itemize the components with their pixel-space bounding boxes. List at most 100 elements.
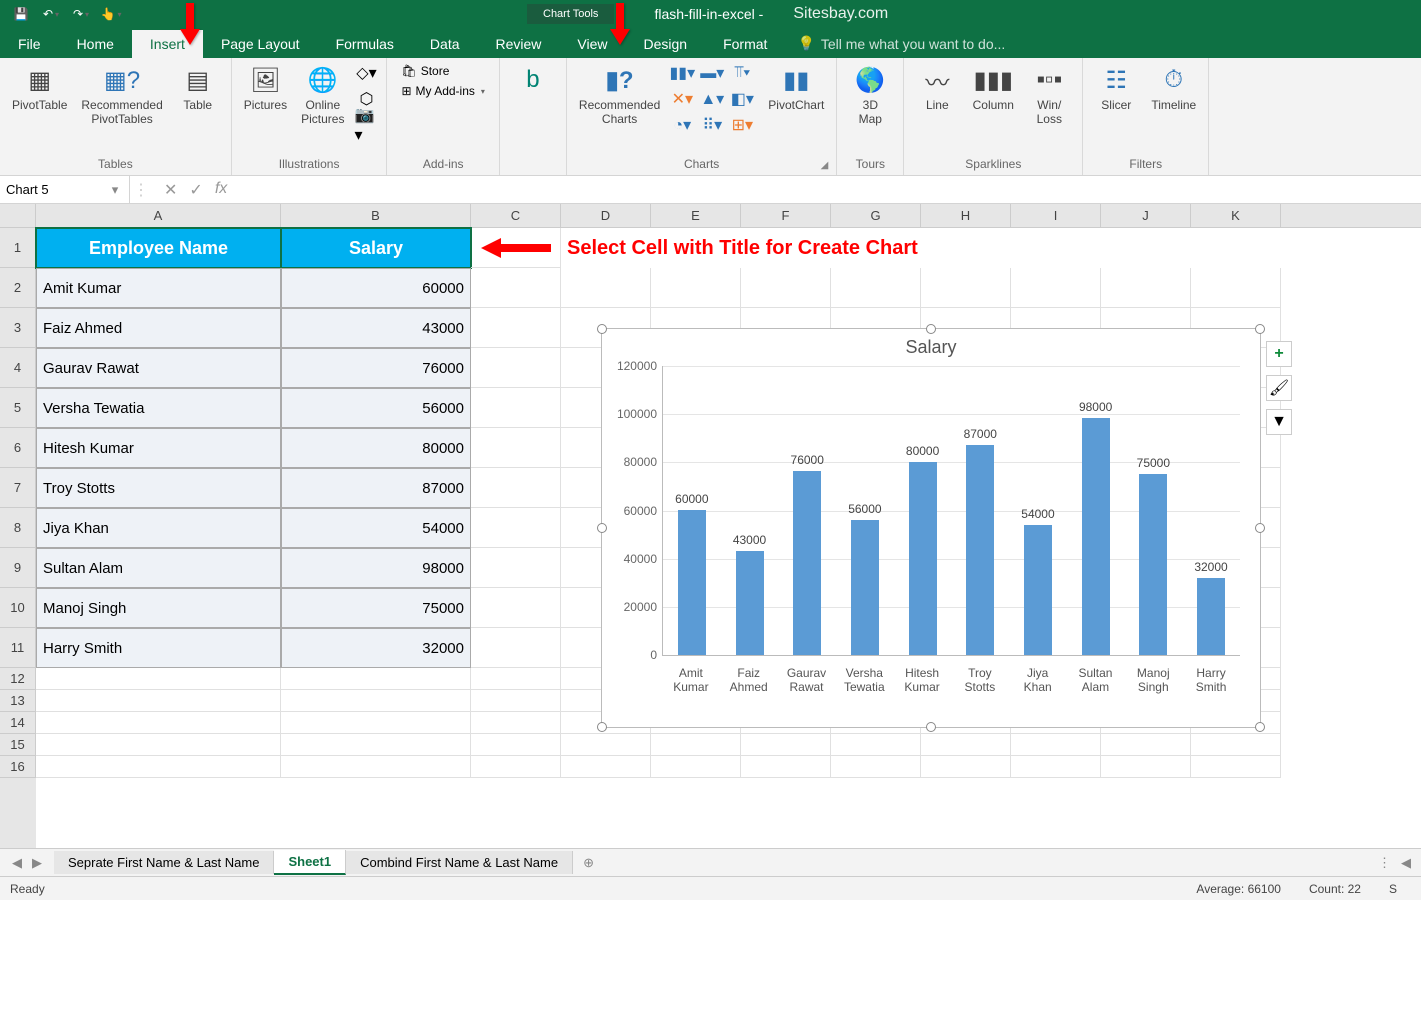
chart-bar[interactable]: 80000 [909, 462, 937, 655]
chart-handle-nw[interactable] [597, 324, 607, 334]
sheet-nav-prev[interactable]: ◀ [12, 855, 22, 871]
cell-empty[interactable] [561, 734, 651, 756]
tab-formulas[interactable]: Formulas [318, 30, 412, 58]
tab-home[interactable]: Home [59, 30, 132, 58]
cell-empty[interactable] [471, 348, 561, 388]
chart-filter-button[interactable]: ▼ [1266, 409, 1292, 435]
cell-empty[interactable] [1011, 268, 1101, 308]
sheet-tab-1[interactable]: Seprate First Name & Last Name [54, 851, 274, 874]
name-box[interactable]: Chart 5 ▾ [0, 176, 130, 203]
column-header-d[interactable]: D [561, 204, 651, 227]
sparkline-column-button[interactable]: ▮▮▮Column [968, 62, 1018, 114]
cell-a7[interactable]: Troy Stotts [36, 468, 281, 508]
chart-bar[interactable]: 56000 [851, 520, 879, 655]
cell-a9[interactable]: Sultan Alam [36, 548, 281, 588]
sheet-tab-3[interactable]: Combind First Name & Last Name [346, 851, 573, 874]
row-header-4[interactable]: 4 [0, 348, 36, 388]
chart-handle-sw[interactable] [597, 722, 607, 732]
cell-empty[interactable] [1011, 734, 1101, 756]
cell-empty[interactable] [471, 508, 561, 548]
cell-empty[interactable] [281, 712, 471, 734]
stock-chart-button[interactable]: ⫪▾ [730, 62, 754, 84]
cell-empty[interactable] [651, 268, 741, 308]
column-header-i[interactable]: I [1011, 204, 1101, 227]
chart-plot-area[interactable]: 0200004000060000800001000001200006000043… [662, 366, 1240, 656]
chart-bar[interactable]: 76000 [793, 471, 821, 655]
embedded-chart[interactable]: + 🖌 ▼ Salary 020000400006000080000100000… [601, 328, 1261, 728]
my-addins-button[interactable]: ⊞ My Add-ins▾ [395, 82, 490, 100]
cell-empty[interactable] [831, 756, 921, 778]
add-sheet-button[interactable]: ⊕ [573, 855, 604, 871]
cell-empty[interactable] [1191, 756, 1281, 778]
tab-page-layout[interactable]: Page Layout [203, 30, 318, 58]
cell-a11[interactable]: Harry Smith [36, 628, 281, 668]
sparkline-winloss-button[interactable]: ▪▫▪Win/ Loss [1024, 62, 1074, 128]
row-header-15[interactable]: 15 [0, 734, 36, 756]
column-header-h[interactable]: H [921, 204, 1011, 227]
slicer-button[interactable]: ☷Slicer [1091, 62, 1141, 114]
undo-icon[interactable]: ↶▾ [38, 2, 64, 26]
chart-bar[interactable]: 60000 [678, 510, 706, 655]
cell-b7[interactable]: 87000 [281, 468, 471, 508]
cell-a4[interactable]: Gaurav Rawat [36, 348, 281, 388]
charts-dialog-launcher[interactable]: ◢ [821, 160, 829, 171]
row-header-3[interactable]: 3 [0, 308, 36, 348]
cell-a8[interactable]: Jiya Khan [36, 508, 281, 548]
row-header-6[interactable]: 6 [0, 428, 36, 468]
cell-empty[interactable] [471, 712, 561, 734]
cell-a10[interactable]: Manoj Singh [36, 588, 281, 628]
screenshot-button[interactable]: 📷▾ [354, 114, 378, 136]
shapes-button[interactable]: ◇▾ [354, 62, 378, 84]
chart-handle-ne[interactable] [1255, 324, 1265, 334]
chart-handle-s[interactable] [926, 722, 936, 732]
timeline-button[interactable]: ⏱Timeline [1147, 62, 1200, 114]
cell-empty[interactable] [471, 388, 561, 428]
cell-empty[interactable] [471, 428, 561, 468]
redo-icon[interactable]: ↷▾ [68, 2, 94, 26]
row-header-2[interactable]: 2 [0, 268, 36, 308]
cell-b10[interactable]: 75000 [281, 588, 471, 628]
chart-bar[interactable]: 87000 [966, 445, 994, 655]
cell-empty[interactable] [471, 628, 561, 668]
chart-elements-button[interactable]: + [1266, 341, 1292, 367]
cell-c1[interactable] [471, 228, 561, 268]
row-header-11[interactable]: 11 [0, 628, 36, 668]
cell-empty[interactable] [651, 756, 741, 778]
surface-chart-button[interactable]: ⊞▾ [730, 114, 754, 136]
cell-empty[interactable] [831, 734, 921, 756]
recommended-pivot-button[interactable]: ▦? Recommended PivotTables [77, 62, 166, 128]
touch-mode-icon[interactable]: 👆▾ [98, 2, 124, 26]
tab-scroll-menu[interactable]: ⋮ [1378, 855, 1391, 871]
cell-empty[interactable] [36, 734, 281, 756]
3d-map-button[interactable]: 🌎 3D Map [845, 62, 895, 128]
cell-empty[interactable] [741, 268, 831, 308]
cell-empty[interactable] [471, 690, 561, 712]
chart-bar[interactable]: 32000 [1197, 578, 1225, 655]
tab-design[interactable]: Design [626, 30, 706, 58]
cell-empty[interactable] [921, 734, 1011, 756]
chart-bar[interactable]: 54000 [1024, 525, 1052, 656]
cell-a2[interactable]: Amit Kumar [36, 268, 281, 308]
cell-empty[interactable] [1011, 756, 1101, 778]
pictures-button[interactable]: 🖼 Pictures [240, 62, 291, 114]
tab-data[interactable]: Data [412, 30, 478, 58]
pivot-table-button[interactable]: ▦ PivotTable [8, 62, 71, 114]
chart-handle-se[interactable] [1255, 722, 1265, 732]
tab-format[interactable]: Format [705, 30, 785, 58]
fx-icon[interactable]: fx [215, 180, 227, 200]
tab-review[interactable]: Review [478, 30, 560, 58]
cells-area[interactable]: Employee Name Salary Select Cell with Ti… [36, 228, 1421, 848]
cell-empty[interactable] [921, 756, 1011, 778]
chevron-down-icon[interactable]: ▾ [107, 182, 123, 198]
chart-handle-w[interactable] [597, 523, 607, 533]
row-header-5[interactable]: 5 [0, 388, 36, 428]
cell-empty[interactable] [281, 734, 471, 756]
sheet-tab-2[interactable]: Sheet1 [274, 850, 346, 875]
cell-empty[interactable] [921, 268, 1011, 308]
select-all-triangle[interactable] [0, 204, 36, 228]
row-header-16[interactable]: 16 [0, 756, 36, 778]
cell-empty[interactable] [741, 756, 831, 778]
cell-empty[interactable] [471, 548, 561, 588]
column-header-a[interactable]: A [36, 204, 281, 227]
row-header-14[interactable]: 14 [0, 712, 36, 734]
